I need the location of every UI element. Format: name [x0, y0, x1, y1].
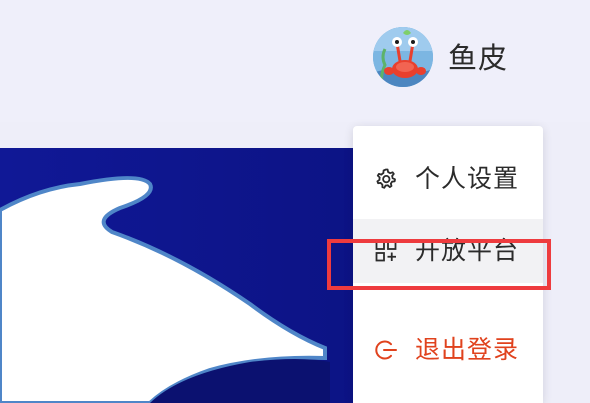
menu-item-label: 开放平台	[415, 236, 520, 265]
menu-item-label: 个人设置	[415, 164, 520, 193]
grid-apps-icon	[373, 238, 399, 264]
menu-item-label: 退出登录	[415, 335, 520, 364]
menu-item-open-platform[interactable]: 开放平台	[353, 219, 543, 283]
gear-icon	[373, 166, 399, 192]
menu-item-personal-settings[interactable]: 个人设置	[353, 148, 543, 210]
username-label[interactable]: 鱼皮	[448, 38, 508, 78]
crab-avatar-icon	[373, 27, 433, 87]
logout-icon	[373, 337, 399, 363]
top-bar: 鱼皮	[0, 0, 590, 122]
menu-item-logout[interactable]: 退出登录	[353, 319, 543, 381]
user-dropdown-menu: 个人设置 开放平台 退出登录	[353, 126, 543, 403]
user-avatar[interactable]	[373, 27, 433, 87]
